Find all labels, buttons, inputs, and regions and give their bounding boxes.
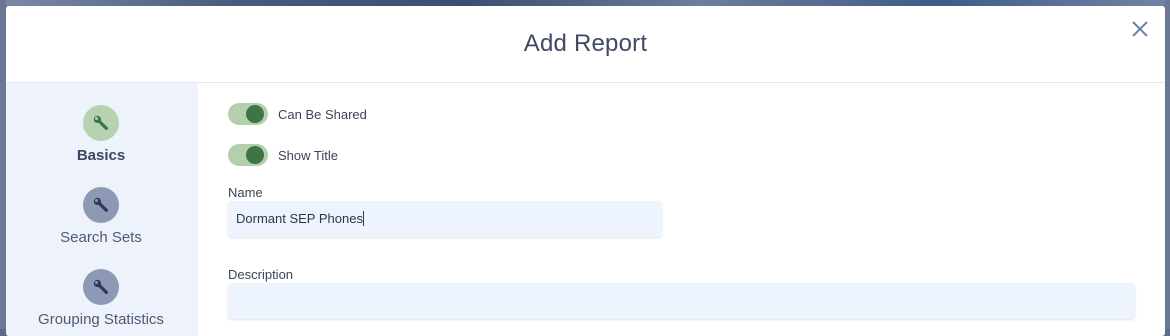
toggle-knob [246,105,264,123]
wrench-icon [83,187,119,223]
sidebar-step-search-sets[interactable]: Search Sets [6,187,196,246]
description-label: Description [228,267,294,282]
show-title-toggle[interactable] [228,144,268,166]
wrench-icon [83,105,119,141]
toggle-label: Can Be Shared [278,106,367,122]
step-label: Grouping Statistics [38,311,164,328]
step-label: Search Sets [60,229,142,246]
wizard-sidebar: Basics Search Sets Grouping Statistics [6,83,198,336]
name-input-value: Dormant SEP Phones [236,211,363,226]
step-label: Basics [76,147,126,164]
modal-title: Add Report [523,30,648,57]
add-report-modal: Add Report Basics Search Sets Grouping S… [6,6,1165,336]
name-input[interactable]: Dormant SEP Phones [228,201,662,237]
can-be-shared-toggle[interactable] [228,103,268,125]
toggle-show-title: Show Title [228,143,338,167]
modal-header: Add Report [6,6,1165,83]
text-caret [362,211,364,226]
description-input[interactable] [228,283,1135,319]
sidebar-step-basics[interactable]: Basics [6,105,196,164]
name-label: Name [228,185,263,200]
sidebar-step-grouping-statistics[interactable]: Grouping Statistics [6,269,196,328]
toggle-label: Show Title [278,147,338,163]
backdrop-right [1165,0,1170,329]
toggle-knob [246,146,264,164]
close-icon[interactable] [1129,18,1151,40]
toggle-can-be-shared: Can Be Shared [228,102,367,126]
wrench-icon [83,269,119,305]
